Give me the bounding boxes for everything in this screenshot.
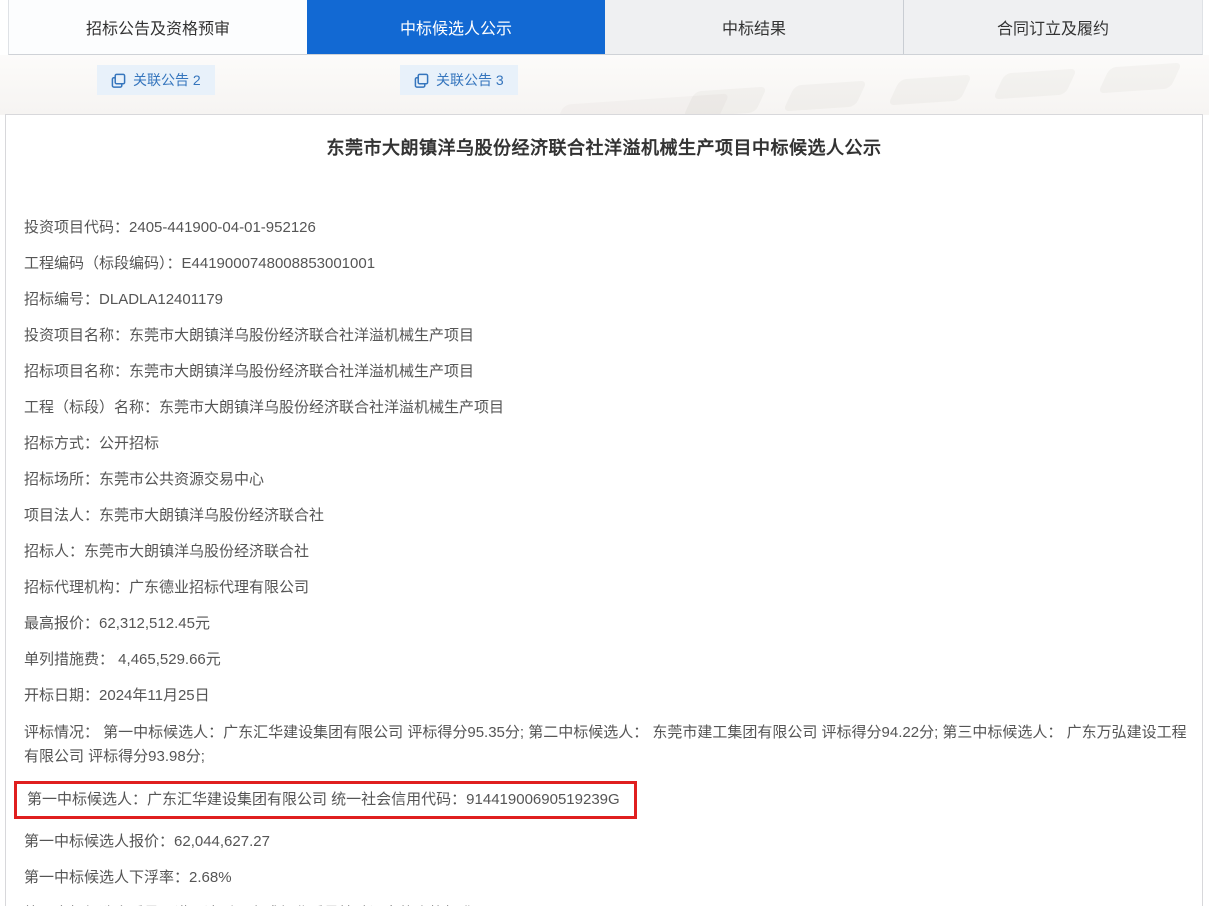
field-label: 工程编码（标段编码）： <box>24 255 182 272</box>
field-label: 招标编号： <box>24 291 99 308</box>
field-label: 招标方式： <box>24 435 99 452</box>
field-value: 东莞市大朗镇洋乌股份经济联合社洋溢机械生产项目 <box>129 363 474 380</box>
field-label: 招标代理机构： <box>24 579 129 596</box>
tab-label: 招标公告及资格预审 <box>86 15 230 39</box>
field-value: 公开招标 <box>99 435 159 452</box>
field-tender-venue: 招标场所：东莞市公共资源交易中心 <box>24 469 1192 491</box>
field-tender-project-name: 招标项目名称：东莞市大朗镇洋乌股份经济联合社洋溢机械生产项目 <box>24 361 1192 383</box>
field-label: 投资项目名称： <box>24 327 129 344</box>
tab-winning-candidates[interactable]: 中标候选人公示 <box>307 0 605 54</box>
first-candidate-highlight-row: 第一中标候选人：广东汇华建设集团有限公司 统一社会信用代码：9144190069… <box>14 781 1192 819</box>
field-tender-method: 招标方式：公开招标 <box>24 433 1192 455</box>
tab-label: 中标结果 <box>722 15 786 39</box>
tab-contract[interactable]: 合同订立及履约 <box>903 0 1202 54</box>
field-value: 2024年11月25日 <box>99 687 210 704</box>
field-label: 工程（标段）名称： <box>24 399 159 416</box>
field-value: 东莞市公共资源交易中心 <box>99 471 264 488</box>
page-title: 东莞市大朗镇洋乌股份经济联合社洋溢机械生产项目中标候选人公示 <box>6 134 1202 160</box>
field-label: 第一中标候选人报价： <box>24 833 174 850</box>
field-first-candidate-discount-rate: 第一中标候选人下浮率：2.68% <box>24 867 1192 889</box>
field-label: 单列措施费： <box>24 651 114 668</box>
tab-label: 中标候选人公示 <box>400 15 512 39</box>
background-texture <box>783 81 867 112</box>
tab-bar: 招标公告及资格预审 中标候选人公示 中标结果 合同订立及履约 <box>8 0 1203 55</box>
field-label: 最高报价： <box>24 615 99 632</box>
banner-strip: 关联公告 2 关联公告 3 <box>0 55 1209 115</box>
field-label: 招标人： <box>24 543 84 560</box>
background-texture <box>993 69 1077 100</box>
field-value: 2405-441900-04-01-952126 <box>129 219 316 236</box>
field-value: 东莞市大朗镇洋乌股份经济联合社 <box>99 507 324 524</box>
field-value: 4,465,529.66元 <box>114 651 221 668</box>
field-investment-project-code: 投资项目代码：2405-441900-04-01-952126 <box>24 217 1192 239</box>
field-investment-project-name: 投资项目名称：东莞市大朗镇洋乌股份经济联合社洋溢机械生产项目 <box>24 325 1192 347</box>
background-texture <box>550 93 729 115</box>
field-tender-agency: 招标代理机构：广东德业招标代理有限公司 <box>24 577 1192 599</box>
field-value: DLADLA12401179 <box>99 291 223 308</box>
field-value: 2.68% <box>189 869 232 886</box>
field-value: 东莞市大朗镇洋乌股份经济联合社洋溢机械生产项目 <box>159 399 504 416</box>
background-texture <box>1098 63 1182 94</box>
field-value: 广东德业招标代理有限公司 <box>129 579 309 596</box>
field-value: 东莞市大朗镇洋乌股份经济联合社洋溢机械生产项目 <box>129 327 474 344</box>
related-announcements-badge-2[interactable]: 关联公告 3 <box>400 65 518 95</box>
tab-tender-announcement[interactable]: 招标公告及资格预审 <box>9 0 307 54</box>
field-label: 项目法人： <box>24 507 99 524</box>
field-value: 62,312,512.45元 <box>99 615 210 632</box>
field-tender-number: 招标编号：DLADLA12401179 <box>24 289 1192 311</box>
field-value: 62,044,627.27 <box>174 833 270 850</box>
field-project-legal-person: 项目法人：东莞市大朗镇洋乌股份经济联合社 <box>24 505 1192 527</box>
field-tenderer: 招标人：东莞市大朗镇洋乌股份经济联合社 <box>24 541 1192 563</box>
field-value: 广东汇华建设集团有限公司 统一社会信用代码：91441900690519239G <box>147 791 620 808</box>
tab-bid-result[interactable]: 中标结果 <box>605 0 903 54</box>
highlight-red-box: 第一中标候选人：广东汇华建设集团有限公司 统一社会信用代码：9144190069… <box>14 781 637 819</box>
field-separate-measure-fee: 单列措施费： 4,465,529.66元 <box>24 649 1192 671</box>
field-value: 东莞市大朗镇洋乌股份经济联合社 <box>84 543 309 560</box>
field-label: 招标场所： <box>24 471 99 488</box>
field-bid-opening-date: 开标日期：2024年11月25日 <box>24 685 1192 707</box>
background-texture <box>888 75 972 106</box>
field-highest-price: 最高报价：62,312,512.45元 <box>24 613 1192 635</box>
field-project-section-name: 工程（标段）名称：东莞市大朗镇洋乌股份经济联合社洋溢机械生产项目 <box>24 397 1192 419</box>
copy-icon <box>111 73 126 88</box>
field-label: 招标项目名称： <box>24 363 129 380</box>
tab-label: 合同订立及履约 <box>997 15 1109 39</box>
field-evaluation-summary: 评标情况： 第一中标候选人：广东汇华建设集团有限公司 评标得分95.35分; 第… <box>24 721 1192 769</box>
announcement-panel: 东莞市大朗镇洋乌股份经济联合社洋溢机械生产项目中标候选人公示 投资项目代码：24… <box>5 114 1203 906</box>
related-announcements-badge-1[interactable]: 关联公告 2 <box>97 65 215 95</box>
field-label: 投资项目代码： <box>24 219 129 236</box>
related-badge-label: 关联公告 2 <box>133 70 201 90</box>
announcement-fields: 投资项目代码：2405-441900-04-01-952126 工程编码（标段编… <box>6 217 1202 906</box>
field-label: 第一中标候选人： <box>27 791 147 808</box>
field-label: 第一中标候选人下浮率： <box>24 869 189 886</box>
field-label: 开标日期： <box>24 687 99 704</box>
field-label: 评标情况： <box>24 724 99 741</box>
field-project-section-code: 工程编码（标段编码）：E4419000748008853001001 <box>24 253 1192 275</box>
copy-icon <box>414 73 429 88</box>
related-badge-label: 关联公告 3 <box>436 70 504 90</box>
field-first-candidate-price: 第一中标候选人报价：62,044,627.27 <box>24 831 1192 853</box>
field-value: E4419000748008853001001 <box>182 255 376 272</box>
field-value: 第一中标候选人：广东汇华建设集团有限公司 评标得分95.35分; 第二中标候选人… <box>24 724 1187 765</box>
